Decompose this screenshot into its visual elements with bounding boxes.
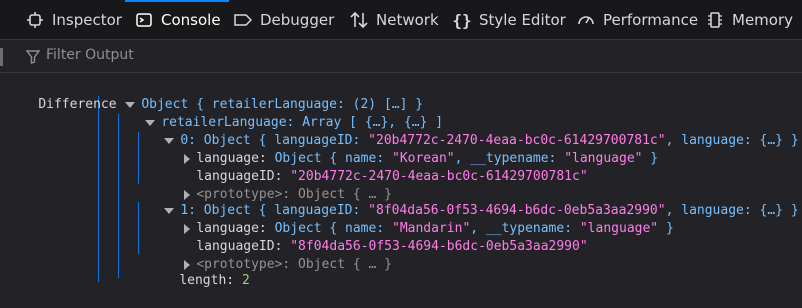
network-icon bbox=[350, 11, 368, 29]
tab-console[interactable]: Console bbox=[125, 0, 229, 40]
root-object-row[interactable]: Object { retailerLanguage: (2) […] } bbox=[94, 78, 423, 112]
performance-icon bbox=[577, 11, 595, 29]
tab-label: Memory bbox=[732, 11, 794, 29]
inspector-icon bbox=[26, 11, 44, 29]
language-id-row: languageID: "20b4772c-2470-4eaa-bc0c-614… bbox=[196, 169, 588, 184]
tab-style-editor[interactable]: {} Style Editor bbox=[452, 0, 566, 40]
debugger-icon bbox=[234, 11, 252, 29]
memory-icon bbox=[706, 11, 724, 29]
tab-label: Performance bbox=[603, 11, 699, 29]
language-row[interactable]: language: Object { name: "Mandarin", __t… bbox=[153, 202, 674, 236]
filter-input[interactable]: Filter Output bbox=[46, 47, 134, 63]
filter-icon bbox=[25, 49, 41, 64]
array-row[interactable]: retailerLanguage: Array [ {…}, {…} ] bbox=[114, 96, 443, 130]
tab-debugger[interactable]: Debugger bbox=[234, 0, 334, 40]
tab-label: Inspector bbox=[52, 11, 122, 29]
language-id-row: languageID: "8f04da56-0f53-4694-b6dc-0eb… bbox=[196, 239, 588, 254]
tab-label: Debugger bbox=[260, 11, 335, 29]
array-item-row[interactable]: 1: Object { languageID: "8f04da56-0f53-4… bbox=[133, 184, 799, 218]
console-output: Difference Object { retailerLanguage: (2… bbox=[0, 74, 802, 288]
array-item-row[interactable]: 0: Object { languageID: "20b4772c-2470-4… bbox=[133, 114, 799, 148]
tab-inspector[interactable]: Inspector bbox=[26, 0, 122, 40]
tab-network[interactable]: Network bbox=[350, 0, 439, 40]
style-editor-icon: {} bbox=[452, 10, 472, 30]
tab-label: Network bbox=[376, 11, 439, 29]
console-icon bbox=[135, 11, 153, 29]
tab-performance[interactable]: Performance bbox=[577, 0, 698, 40]
tab-label: Console bbox=[161, 11, 221, 29]
tab-label: Style Editor bbox=[479, 11, 566, 29]
devtools-toolbar: Inspector Console Debugger Network {} St… bbox=[0, 0, 802, 40]
tab-memory[interactable]: Memory bbox=[706, 0, 793, 40]
language-row[interactable]: language: Object { name: "Korean", __typ… bbox=[153, 132, 658, 166]
clear-console-icon[interactable] bbox=[0, 48, 3, 66]
length-row: length: 2 bbox=[179, 273, 250, 288]
